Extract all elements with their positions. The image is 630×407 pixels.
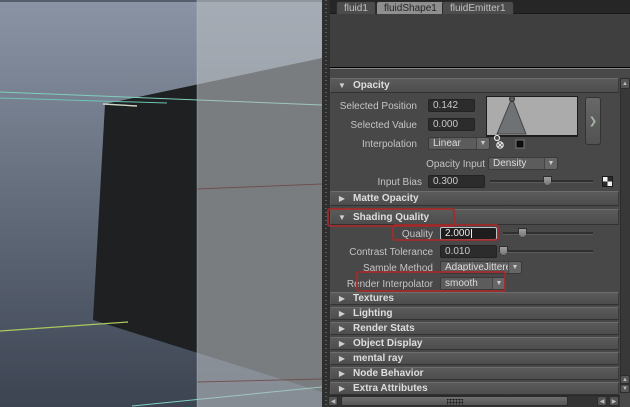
maya-window: fluid1 fluidShape1 fluidEmitter1 fluidSh… — [0, 0, 630, 407]
scroll-up-button-bottom[interactable]: ▲ — [620, 375, 630, 384]
chevron-down-icon: ▼ — [508, 262, 521, 273]
scroll-up-button[interactable]: ▲ — [620, 78, 630, 89]
ramp-expand-button[interactable]: ❯ — [585, 97, 601, 145]
horizontal-scrollbar-thumb[interactable] — [341, 396, 568, 406]
texture-map-icon[interactable] — [602, 176, 613, 187]
ramp-key-delete-handle — [496, 141, 504, 149]
grip-dots-icon — [446, 399, 463, 405]
section-header-mental-ray[interactable]: ▶ mental ray — [330, 352, 619, 365]
scroll-down-button[interactable]: ▼ — [620, 384, 630, 393]
chevron-right-icon: ▶ — [338, 324, 346, 333]
chevron-right-icon: ▶ — [338, 339, 346, 348]
sample-method-dropdown[interactable]: AdaptiveJittered ▼ — [440, 261, 522, 274]
editor-header — [330, 14, 630, 69]
chevron-right-icon: ▶ — [338, 369, 346, 378]
section-header-opacity[interactable]: ▼ Opacity — [330, 78, 619, 93]
opacity-input-label: Opacity Input — [426, 159, 485, 170]
selected-position-field[interactable]: 0.142 — [428, 99, 475, 112]
quality-slider[interactable] — [503, 232, 593, 235]
vertical-scrollbar[interactable] — [620, 78, 630, 393]
3d-viewport[interactable] — [0, 0, 322, 407]
input-bias-field[interactable]: 0.300 — [428, 175, 485, 188]
contrast-tolerance-field[interactable]: 0.010 — [440, 245, 497, 258]
interpolation-dropdown[interactable]: Linear ▼ — [428, 137, 490, 150]
render-interpolator-label: Render Interpolator — [346, 279, 433, 290]
chevron-right-icon: ▶ — [338, 354, 346, 363]
tab-fluidemitter1[interactable]: fluidEmitter1 — [442, 1, 514, 14]
opacity-ramp[interactable] — [486, 96, 578, 151]
section-header-shading-quality[interactable]: ▼ Shading Quality — [330, 209, 619, 225]
section-header-node-behavior[interactable]: ▶ Node Behavior — [330, 367, 619, 380]
text-cursor — [471, 229, 473, 238]
panel-splitter[interactable] — [322, 0, 330, 407]
sample-method-label: Sample Method — [362, 263, 433, 274]
scroll-left-button[interactable]: ◀ — [328, 396, 338, 406]
translucent-plane — [197, 0, 322, 407]
chevron-down-icon: ▼ — [492, 278, 505, 289]
chevron-right-icon: ▶ — [338, 294, 346, 303]
selected-value-field[interactable]: 0.000 — [428, 118, 475, 131]
section-header-extra-attributes[interactable]: ▶ Extra Attributes — [330, 382, 619, 395]
interpolation-label: Interpolation — [361, 139, 417, 150]
input-bias-slider[interactable] — [490, 180, 593, 183]
quality-field[interactable]: 2.000 — [440, 227, 497, 240]
quality-label: Quality — [401, 229, 433, 240]
scroll-right-button[interactable]: ▶ — [609, 396, 619, 406]
contrast-tolerance-slider[interactable] — [503, 250, 593, 253]
section-header-render-stats[interactable]: ▶ Render Stats — [330, 322, 619, 335]
chevron-down-icon: ▼ — [338, 81, 346, 90]
chevron-right-icon: ▶ — [338, 309, 346, 318]
tab-fluidshape1[interactable]: fluidShape1 — [376, 1, 445, 14]
section-header-matte-opacity[interactable]: ▶ Matte Opacity — [330, 191, 619, 206]
section-header-lighting[interactable]: ▶ Lighting — [330, 307, 619, 320]
selected-value-label: Selected Value — [350, 120, 417, 131]
render-interpolator-dropdown[interactable]: smooth ▼ — [440, 277, 506, 290]
selected-position-label: Selected Position — [339, 101, 417, 112]
section-header-textures[interactable]: ▶ Textures — [330, 292, 619, 305]
contrast-tolerance-label: Contrast Tolerance — [349, 247, 433, 258]
ramp-key-value-handle — [515, 139, 525, 149]
chevron-right-icon: ▶ — [338, 384, 346, 393]
tab-bar: fluid1 fluidShape1 fluidEmitter1 — [330, 0, 630, 14]
chevron-down-icon: ▼ — [338, 212, 346, 222]
input-bias-label: Input Bias — [377, 177, 422, 188]
chevron-right-icon: ▶ — [338, 194, 346, 203]
chevron-down-icon: ▼ — [544, 158, 557, 169]
scroll-left-button-2[interactable]: ◀ — [597, 396, 607, 406]
ramp-key-position-handle — [509, 96, 515, 102]
opacity-input-dropdown[interactable]: Density ▼ — [488, 157, 558, 170]
section-header-object-display[interactable]: ▶ Object Display — [330, 337, 619, 350]
tab-fluid1[interactable]: fluid1 — [336, 1, 376, 14]
